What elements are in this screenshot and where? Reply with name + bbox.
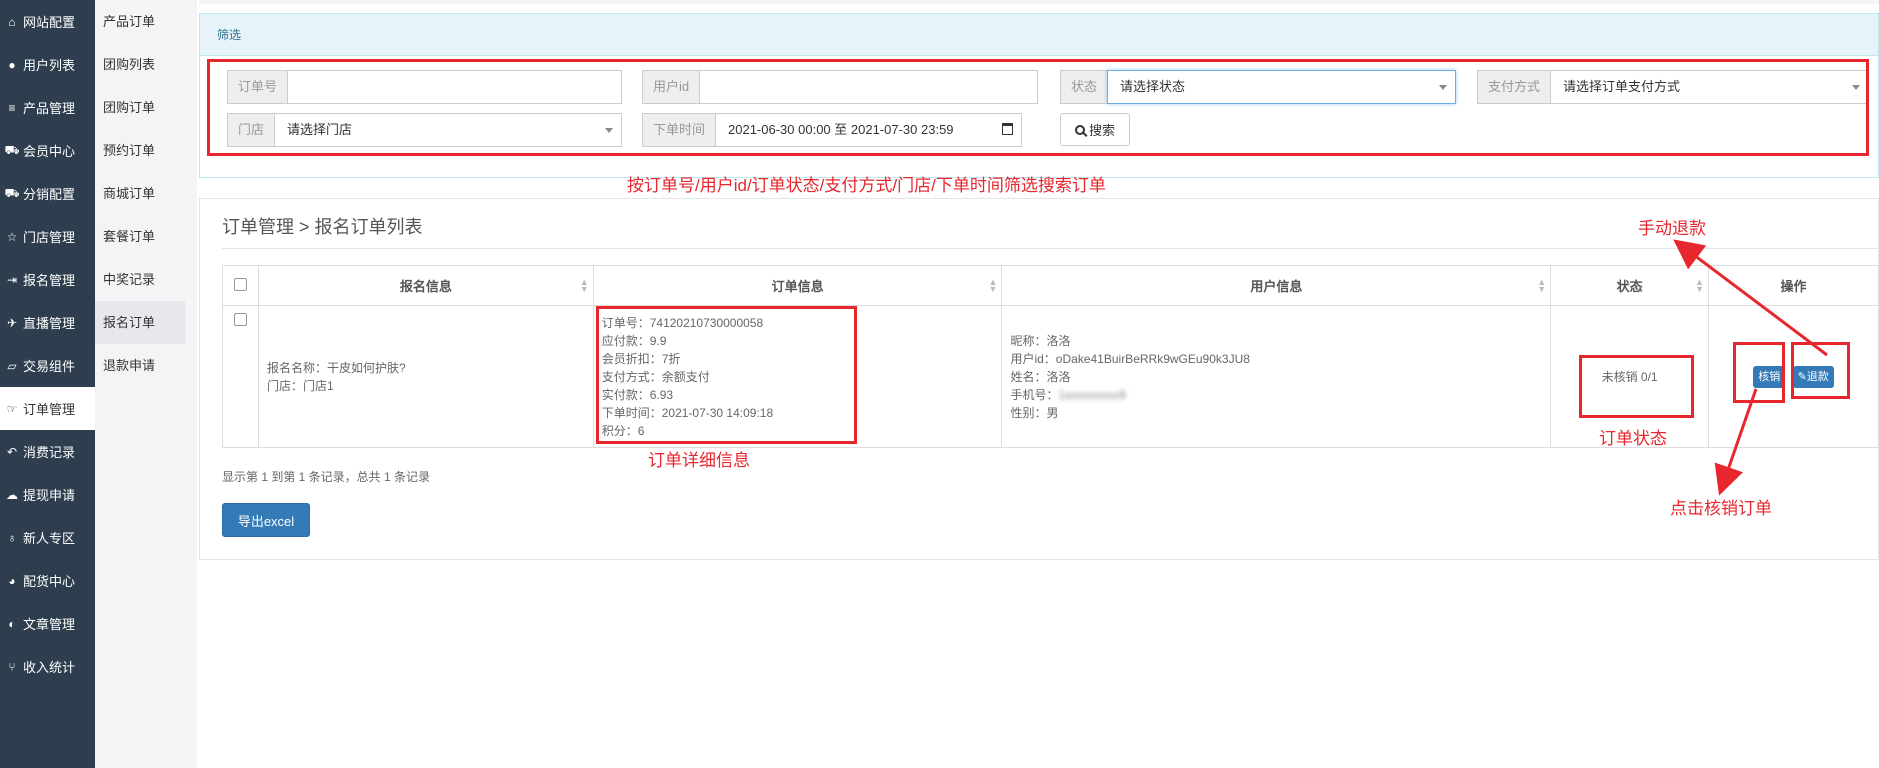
arrow-to-verify-note xyxy=(1714,388,1758,496)
arrow-to-refund-note xyxy=(1673,239,1828,357)
annotation-arrows xyxy=(1673,239,1828,496)
